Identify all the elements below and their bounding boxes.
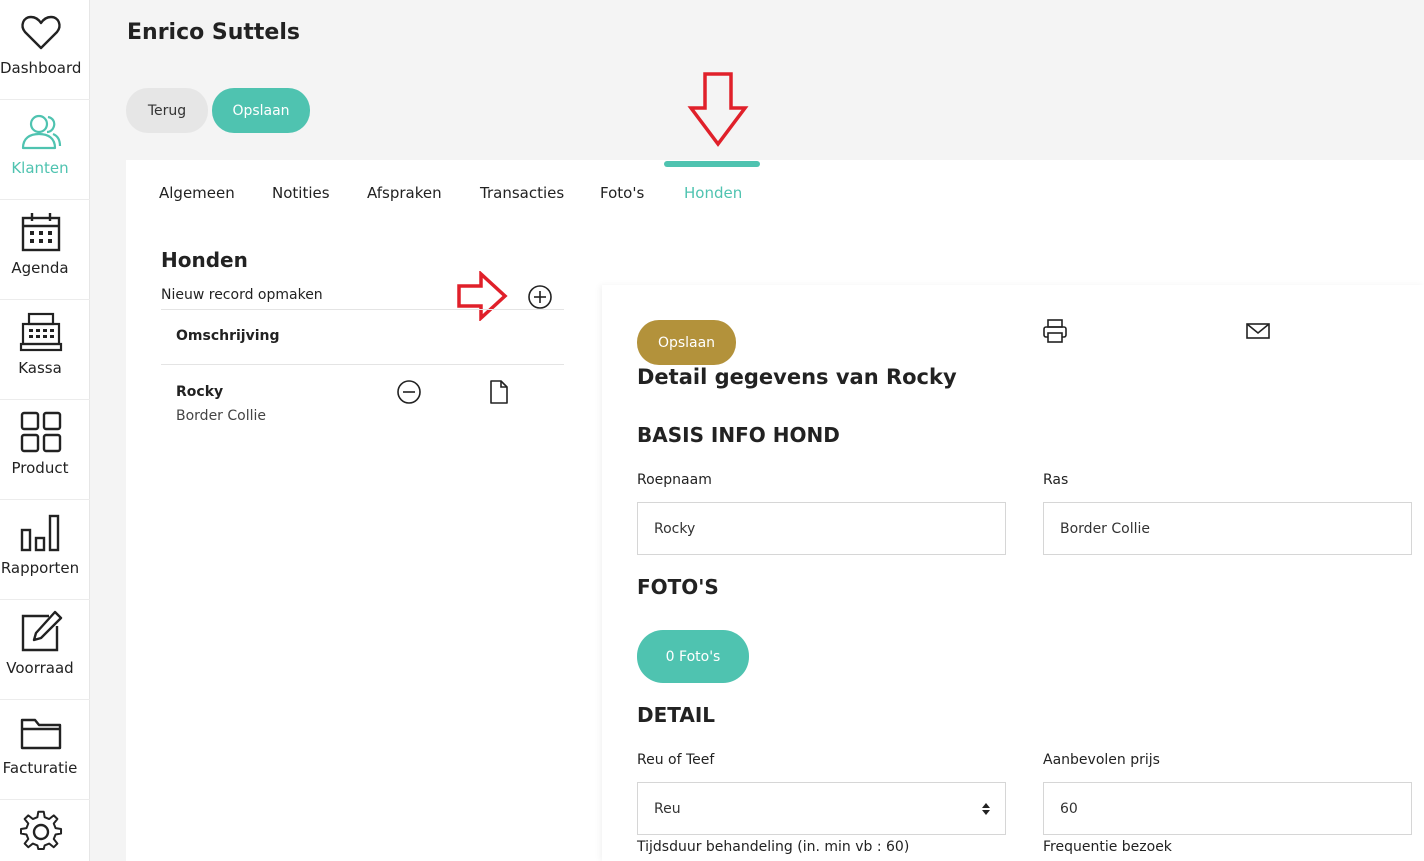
ras-input[interactable]	[1043, 502, 1412, 555]
photos-button[interactable]: 0 Foto's	[637, 630, 749, 683]
add-record-icon[interactable]	[527, 284, 553, 310]
divider	[161, 364, 564, 365]
sidebar-item-label: Facturatie	[2, 759, 78, 777]
frequentie-label: Frequentie bezoek	[1043, 839, 1172, 855]
tab-algemeen[interactable]: Algemeen	[159, 184, 235, 202]
sidebar-item-label: Agenda	[11, 259, 69, 277]
sidebar-item-dashboard[interactable]: Dashboard	[0, 0, 90, 100]
tab-fotos[interactable]: Foto's	[600, 184, 644, 202]
remove-record-icon[interactable]	[396, 379, 422, 405]
sidebar-item-label: Product	[11, 459, 69, 477]
section-basis-info: BASIS INFO HOND	[637, 423, 840, 447]
grid-icon	[20, 411, 62, 453]
document-icon[interactable]	[486, 379, 512, 405]
dog-breed: Border Collie	[176, 408, 267, 424]
sidebar-item-klanten[interactable]: Klanten	[0, 100, 90, 200]
tab-honden[interactable]: Honden	[684, 184, 742, 202]
tijdsduur-label: Tijdsduur behandeling (in. min vb : 60)	[637, 839, 910, 855]
save-detail-button[interactable]: Opslaan	[637, 320, 736, 365]
sidebar-item-rapporten[interactable]: Rapporten	[0, 500, 90, 600]
dog-name: Rocky	[176, 384, 224, 400]
new-record-label: Nieuw record opmaken	[161, 287, 323, 303]
heart-icon	[21, 15, 61, 50]
sidebar-item-label: Dashboard	[0, 59, 82, 77]
sidebar-item-settings[interactable]	[0, 800, 90, 861]
aanbevolen-prijs-label: Aanbevolen prijs	[1043, 752, 1160, 768]
users-icon	[21, 114, 62, 150]
section-fotos: FOTO'S	[637, 575, 719, 599]
column-header-omschrijving: Omschrijving	[176, 328, 280, 344]
reu-of-teef-label: Reu of Teef	[637, 752, 715, 768]
annotation-arrow-right-icon	[457, 271, 508, 321]
sidebar-item-voorraad[interactable]: Voorraad	[0, 600, 90, 700]
back-button[interactable]: Terug	[126, 88, 208, 133]
annotation-arrow-down-icon	[687, 72, 749, 147]
sidebar-item-facturatie[interactable]: Facturatie	[0, 700, 90, 800]
page-title: Enrico Suttels	[127, 20, 300, 45]
roepnaam-input[interactable]	[637, 502, 1006, 555]
sidebar-item-label: Kassa	[18, 359, 62, 377]
sidebar-item-label: Voorraad	[6, 659, 74, 677]
sidebar-item-kassa[interactable]: Kassa	[0, 300, 90, 400]
tab-afspraken[interactable]: Afspraken	[367, 184, 442, 202]
gear-icon	[19, 810, 63, 851]
dog-detail-panel: Opslaan Detail gegevens van Rocky BASIS …	[602, 285, 1424, 861]
active-tab-indicator	[664, 161, 760, 167]
tab-transacties[interactable]: Transacties	[480, 184, 564, 202]
roepnaam-label: Roepnaam	[637, 472, 712, 488]
reu-of-teef-value: Reu	[654, 801, 681, 817]
sidebar-item-label: Klanten	[11, 159, 69, 177]
sidebar-item-label: Rapporten	[0, 559, 80, 577]
bar-chart-icon	[20, 514, 60, 552]
detail-title: Detail gegevens van Rocky	[637, 365, 957, 389]
list-title: Honden	[161, 248, 248, 272]
save-button[interactable]: Opslaan	[212, 88, 310, 133]
select-caret-icon	[982, 803, 990, 815]
print-icon[interactable]	[1041, 317, 1069, 345]
section-detail: DETAIL	[637, 703, 716, 727]
cash-register-icon	[19, 312, 63, 352]
aanbevolen-prijs-input[interactable]	[1043, 782, 1412, 835]
folder-icon	[20, 718, 62, 750]
calendar-icon	[21, 213, 61, 252]
sidebar-item-agenda[interactable]: Agenda	[0, 200, 90, 300]
reu-of-teef-select[interactable]: Reu	[637, 782, 1006, 835]
divider	[161, 309, 564, 310]
ras-label: Ras	[1043, 472, 1069, 488]
tab-notities[interactable]: Notities	[272, 184, 330, 202]
sidebar: Dashboard Klanten Agenda Kassa Product R…	[0, 0, 90, 861]
edit-icon	[21, 610, 63, 652]
sidebar-item-product[interactable]: Product	[0, 400, 90, 500]
mail-icon[interactable]	[1244, 317, 1272, 345]
